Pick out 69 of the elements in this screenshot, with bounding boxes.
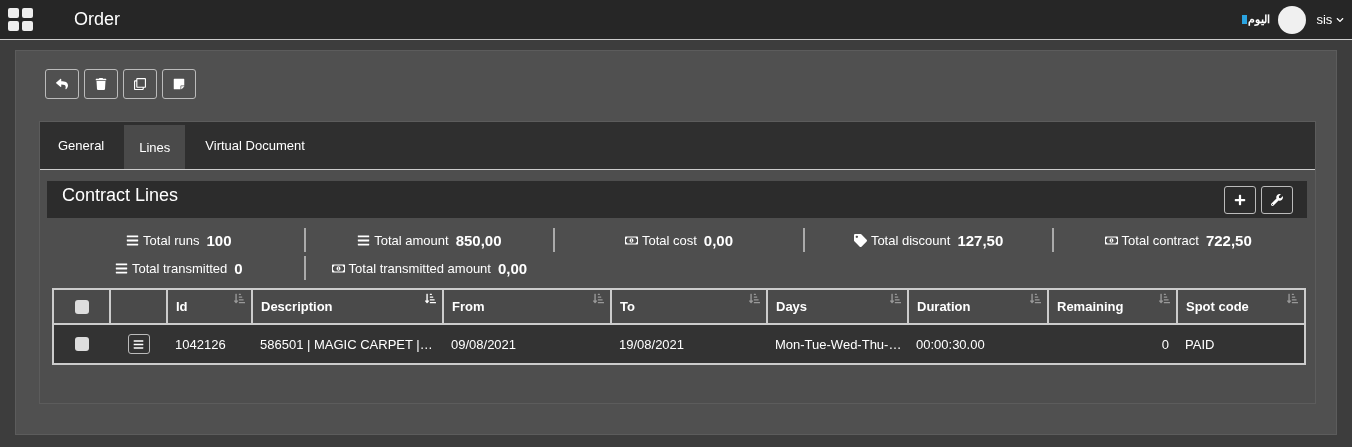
list-icon	[114, 261, 128, 275]
tab[interactable]: General	[43, 122, 120, 169]
chevron-down-icon	[1336, 16, 1344, 24]
reply-icon	[56, 78, 68, 90]
user-menu[interactable]: sis	[1316, 12, 1344, 27]
column-label: Remaining	[1057, 299, 1124, 314]
stat-label: Total transmitted amount	[348, 260, 491, 276]
column-header[interactable]: Description	[252, 289, 443, 324]
tab[interactable]: Lines	[124, 125, 186, 169]
column-label: Description	[261, 299, 333, 314]
column-header[interactable]: Duration	[908, 289, 1048, 324]
column-label: Days	[776, 299, 808, 314]
table-cell: Mon-Tue-Wed-Thu-…	[775, 336, 902, 352]
list-icon	[126, 233, 140, 247]
stat-value: 0	[234, 259, 243, 277]
table-cell: PAID	[1185, 336, 1215, 352]
table-cell: 0	[1161, 336, 1169, 352]
table-cell: 586501 | MAGIC CARPET |…	[260, 336, 433, 352]
stat-value: 100	[206, 231, 232, 249]
column-label: From	[452, 299, 485, 314]
apps-icon[interactable]	[8, 8, 33, 31]
stat-value: 0,00	[703, 231, 734, 249]
add-button[interactable]	[1224, 185, 1256, 214]
stat-label: Total discount	[870, 232, 951, 248]
column-header[interactable]: From	[443, 289, 611, 324]
brand-logo: اليوم	[1242, 13, 1271, 26]
stat-value: 850,00	[455, 231, 502, 249]
column-label: Duration	[917, 299, 971, 314]
wrench-icon	[1271, 193, 1283, 206]
settings-button[interactable]	[1261, 185, 1293, 214]
back-button[interactable]	[45, 69, 79, 99]
table-cell: 19/08/2021	[619, 336, 685, 352]
column-label: Id	[176, 299, 188, 314]
copy-button[interactable]	[123, 69, 157, 99]
row-checkbox[interactable]	[75, 337, 89, 351]
table-cell: 00:00:30.00	[916, 336, 985, 352]
note-icon	[173, 78, 185, 90]
column-label: Spot code	[1186, 299, 1249, 314]
column-label: To	[620, 299, 635, 314]
avatar[interactable]	[1278, 5, 1307, 34]
column-header[interactable]: To	[611, 289, 767, 324]
stat-value: 0,00	[497, 259, 528, 277]
tag-icon	[853, 233, 867, 247]
stat-label: Total runs	[143, 232, 200, 248]
list-icon	[357, 233, 371, 247]
section-title: Contract Lines	[62, 185, 180, 206]
column-header[interactable]: Days	[767, 289, 908, 324]
row-menu-button[interactable]	[127, 334, 150, 354]
stat-label: Total amount	[374, 232, 449, 248]
stat-label: Total cost	[641, 232, 697, 248]
note-button[interactable]	[162, 69, 196, 99]
menu-icon	[133, 338, 144, 350]
delete-button[interactable]	[84, 69, 118, 99]
column-header[interactable]: Remaining	[1048, 289, 1177, 324]
stat-value: 127,50	[957, 231, 1004, 249]
stat-value: 722,50	[1205, 231, 1252, 249]
select-all-checkbox[interactable]	[74, 299, 89, 314]
plus-icon	[1234, 193, 1246, 206]
column-header[interactable]: Spot code	[1177, 289, 1305, 324]
table-cell: 09/08/2021	[451, 336, 517, 352]
column-header[interactable]: Id	[167, 289, 252, 324]
table-cell: 1042126	[175, 336, 226, 352]
stat-label: Total contract	[1121, 232, 1199, 248]
stat-label: Total transmitted	[131, 260, 228, 276]
copy-icon	[134, 78, 146, 90]
tab[interactable]: Virtual Document	[190, 122, 320, 169]
sort-icon[interactable]	[425, 293, 436, 304]
page-title: Order	[74, 9, 121, 30]
trash-icon	[95, 78, 107, 90]
